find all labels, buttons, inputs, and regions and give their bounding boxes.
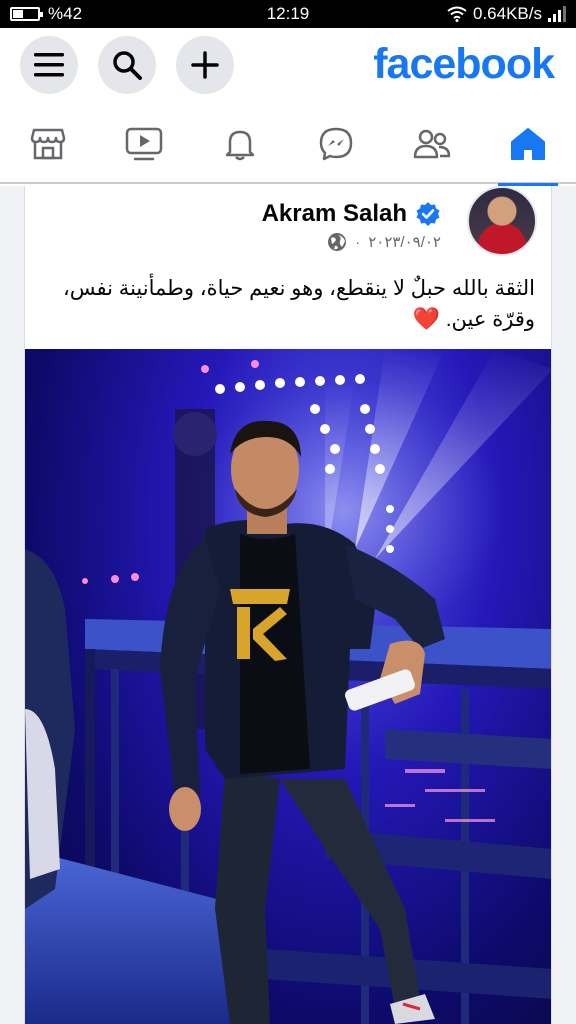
wifi-icon [447,6,467,22]
facebook-logo[interactable]: facebook [373,40,555,89]
verified-badge-icon [416,202,440,226]
post-author: Akram Salah [262,200,441,228]
app-header: facebook [0,28,576,104]
tab-notifications[interactable] [200,104,280,184]
meta-separator: · [355,233,361,251]
globe-icon [328,233,347,251]
photo-illustration [25,349,551,1024]
status-right: 0.64KB/s [447,4,566,24]
post-card: Akram Salah · ٢٠٢٣/٠٩/٠٢ الثقة بالله حبل… [24,186,552,1024]
post-body: الثقة بالله حبلٌ لا ينقطع، وهو نعيم حياة… [62,277,535,331]
messenger-icon [319,127,353,161]
network-speed: 0.64KB/s [473,4,542,23]
create-button[interactable] [176,36,234,94]
post-text: الثقة بالله حبلٌ لا ينقطع، وهو نعيم حياة… [41,274,535,335]
author-avatar[interactable] [467,186,537,256]
bell-icon [225,130,255,161]
menu-button[interactable] [20,36,78,94]
heart-emoji: ❤️ [412,306,440,331]
tab-friends[interactable] [392,104,472,184]
home-icon [511,128,545,160]
plus-icon [191,51,219,79]
tab-bar [0,104,576,186]
post-meta: · ٢٠٢٣/٠٩/٠٢ [327,232,441,252]
status-bar: %42 12:19 0.64KB/s [0,0,576,28]
search-icon [113,51,142,80]
news-feed[interactable]: Akram Salah · ٢٠٢٣/٠٩/٠٢ الثقة بالله حبل… [0,186,576,1024]
tab-home[interactable] [488,104,568,186]
tab-video[interactable] [104,104,184,184]
search-button[interactable] [98,36,156,94]
tab-messenger[interactable] [296,104,376,184]
video-icon [125,127,163,161]
marketplace-icon [30,128,66,160]
menu-icon [34,53,64,77]
post-photo[interactable] [25,349,551,1024]
signal-icon [548,6,566,22]
friends-icon [413,129,451,159]
post-date[interactable]: ٢٠٢٣/٠٩/٠٢ [368,233,441,251]
author-name[interactable]: Akram Salah [262,200,407,228]
tab-marketplace[interactable] [8,104,88,184]
